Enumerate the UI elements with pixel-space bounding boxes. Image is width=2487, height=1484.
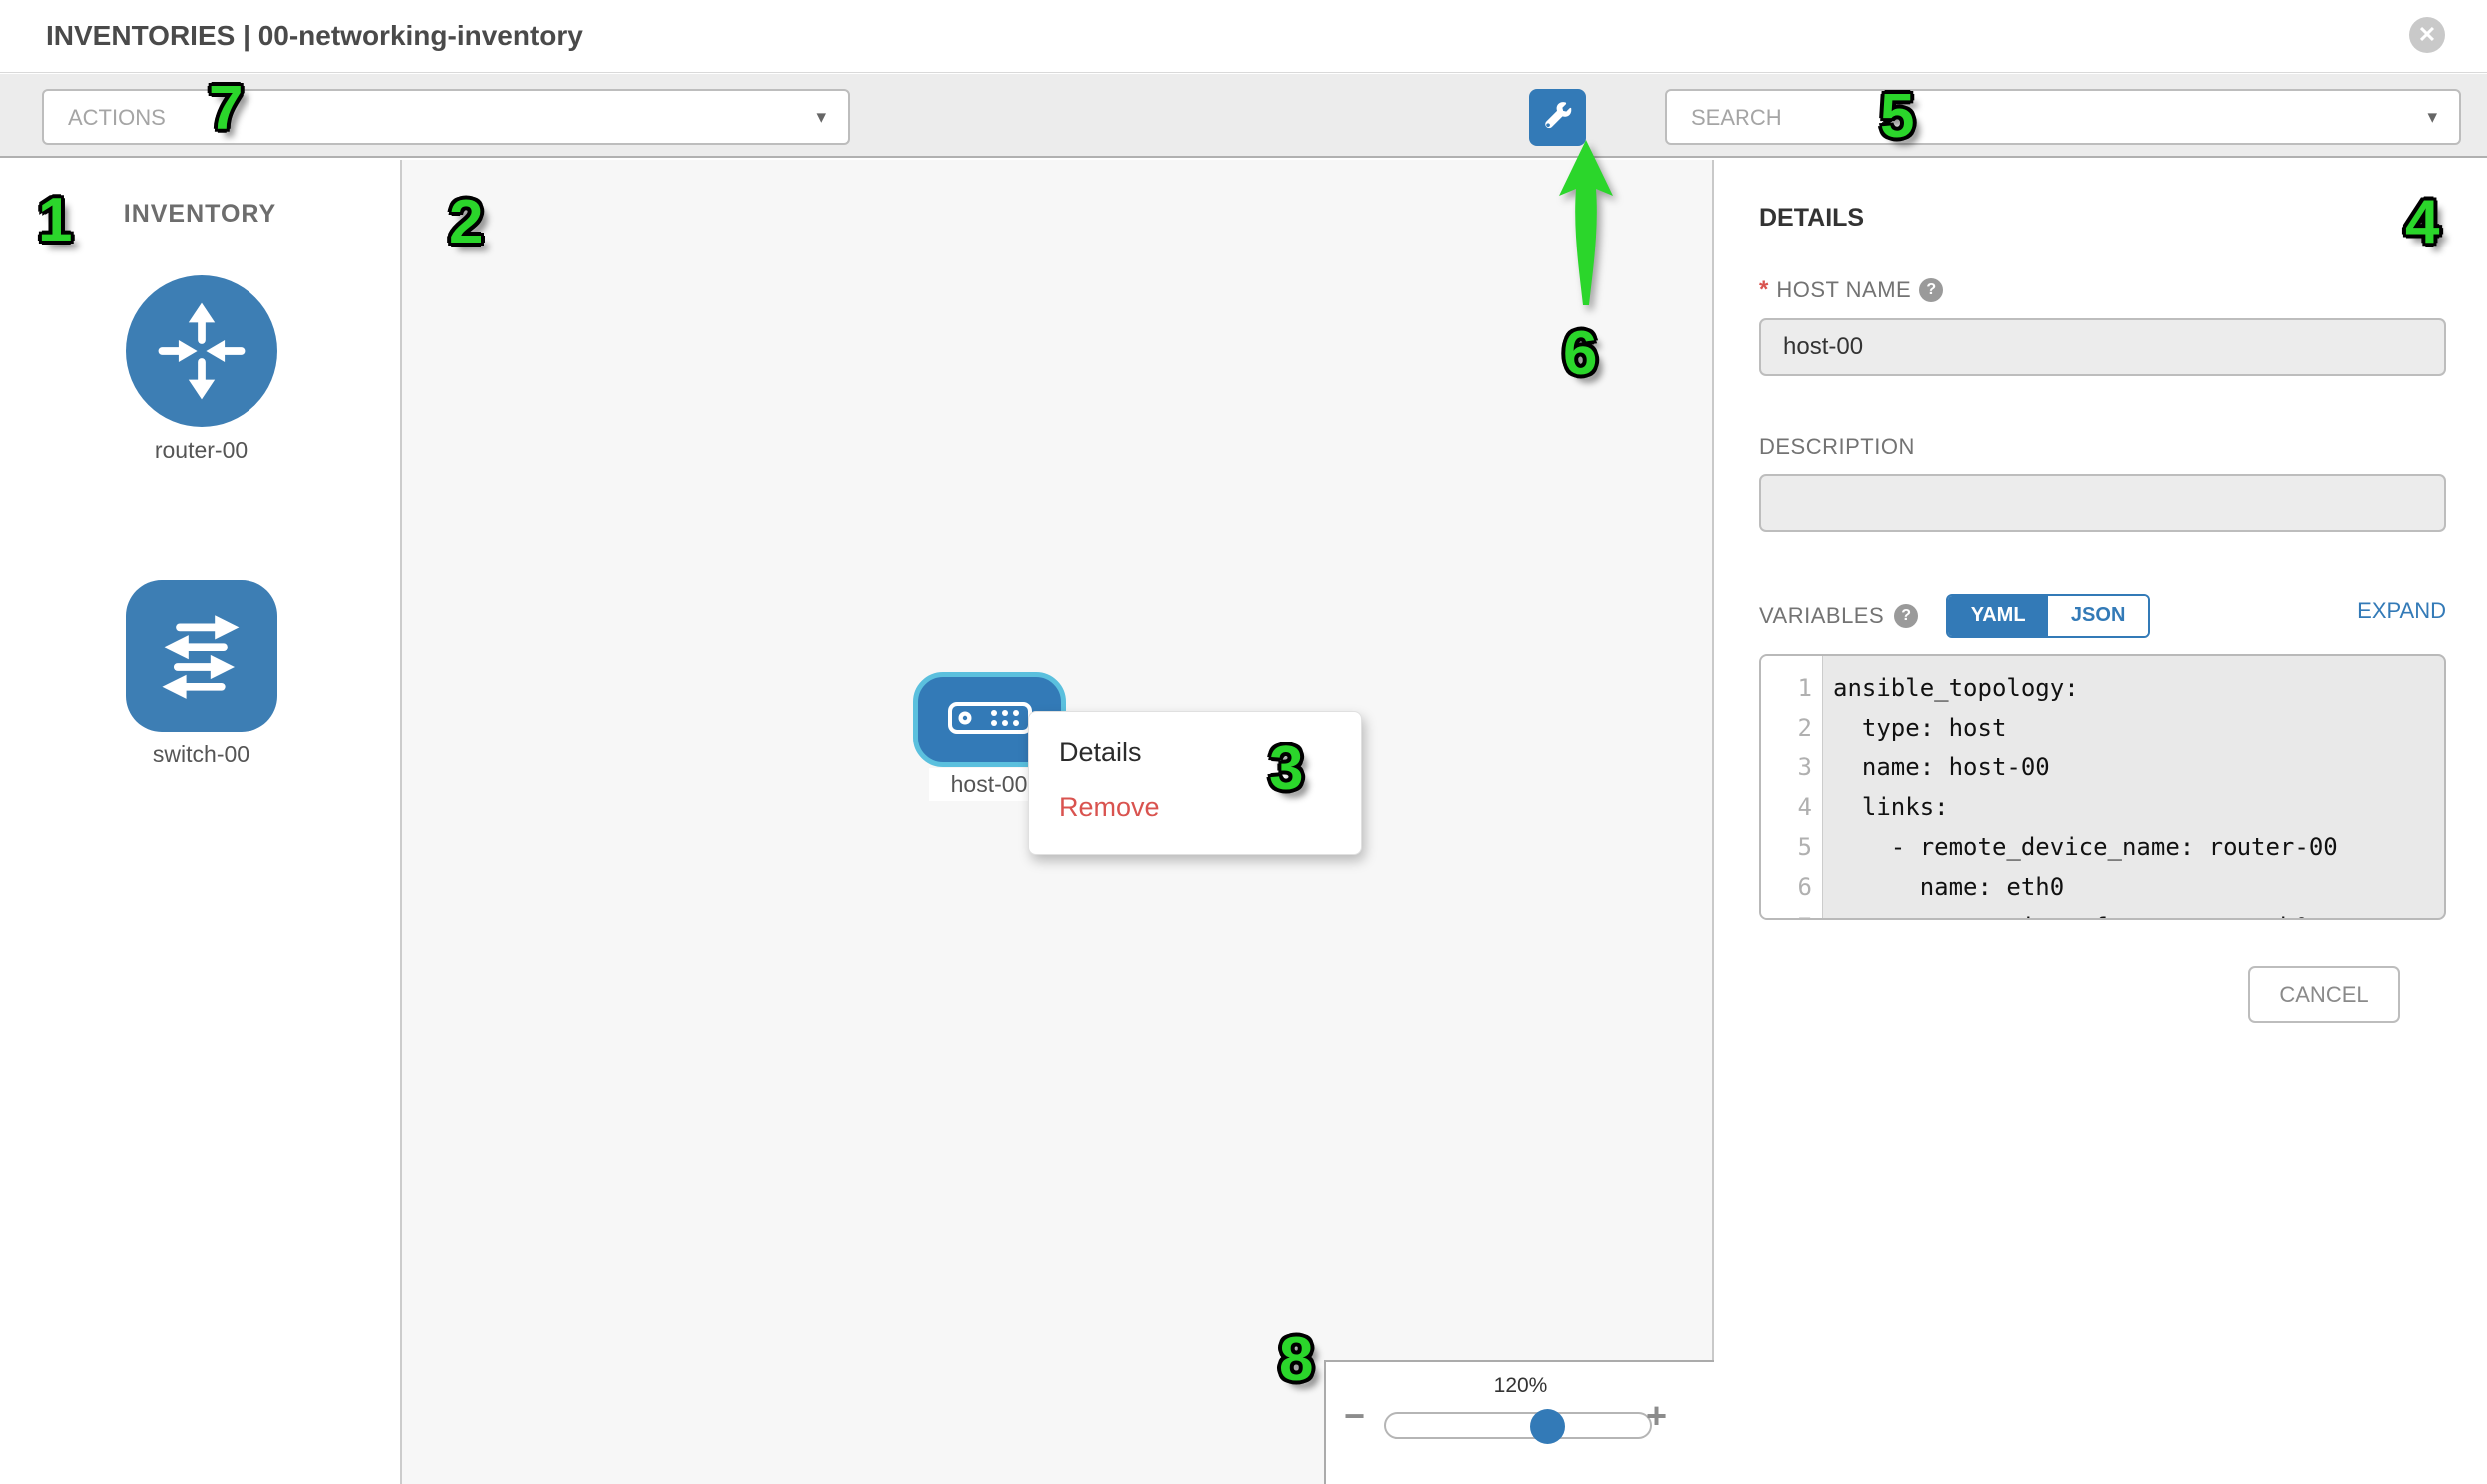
sidebar-heading: INVENTORY: [0, 200, 400, 229]
help-icon[interactable]: ?: [1919, 278, 1943, 302]
code-content: ansible_topology: type: host name: host-…: [1823, 656, 2444, 918]
required-marker: *: [1759, 276, 1768, 304]
search-dropdown[interactable]: SEARCH ▾: [1665, 89, 2461, 145]
code-line-numbers: 1 2 3 4 5 6 7: [1761, 656, 1823, 918]
details-panel-title: DETAILS: [1759, 204, 2446, 233]
variables-label: VARIABLES: [1759, 603, 1884, 629]
yaml-toggle-button[interactable]: YAML: [1948, 596, 2048, 636]
code-line: name: eth0: [1833, 867, 2444, 907]
search-dropdown-label: SEARCH: [1691, 105, 1782, 131]
code-line: remote_interface_name: eth0: [1833, 907, 2444, 920]
chevron-down-icon: ▾: [816, 106, 826, 129]
variables-format-toggle: YAML JSON: [1946, 594, 2150, 638]
line-number: 7: [1761, 907, 1822, 920]
switch-icon: [126, 580, 277, 732]
header-bar: INVENTORIES | 00-networking-inventory ✕: [0, 0, 2487, 73]
zoom-out-button[interactable]: −: [1344, 1398, 1365, 1434]
details-panel: DETAILS * HOST NAME ? DESCRIPTION VARIAB…: [1714, 160, 2487, 1484]
host-name-field[interactable]: [1759, 318, 2446, 376]
close-icon[interactable]: ✕: [2409, 17, 2445, 53]
chevron-down-icon: ▾: [2427, 106, 2437, 129]
actions-dropdown-label: ACTIONS: [68, 105, 166, 131]
topology-canvas[interactable]: host-00 Details Remove 120% − +: [402, 160, 1714, 1484]
page-title: INVENTORIES | 00-networking-inventory: [46, 20, 583, 52]
code-line: type: host: [1833, 708, 2444, 747]
context-menu-item-details[interactable]: Details: [1029, 726, 1361, 780]
json-toggle-button[interactable]: JSON: [2048, 596, 2148, 636]
zoom-slider[interactable]: [1384, 1412, 1652, 1439]
palette-item-switch[interactable]: switch-00: [0, 580, 402, 768]
palette-item-label: switch-00: [0, 742, 402, 768]
cancel-button[interactable]: CANCEL: [2248, 966, 2400, 1023]
palette-item-router[interactable]: router-00: [0, 275, 402, 464]
description-field[interactable]: [1759, 474, 2446, 532]
inventories-window: INVENTORIES | 00-networking-inventory ✕ …: [0, 0, 2487, 1484]
line-number: 5: [1761, 827, 1822, 867]
line-number: 3: [1761, 747, 1822, 787]
wrench-icon: [1543, 101, 1573, 134]
description-label: DESCRIPTION: [1759, 434, 1915, 460]
variables-code-editor[interactable]: 1 2 3 4 5 6 7 ansible_topology: type: ho…: [1759, 654, 2446, 920]
help-icon[interactable]: ?: [1894, 604, 1918, 628]
toggle-toolbox-button[interactable]: [1529, 89, 1586, 146]
line-number: 2: [1761, 708, 1822, 747]
toolbar: ACTIONS ▾ SEARCH ▾: [0, 74, 2487, 158]
palette-item-label: router-00: [0, 437, 402, 464]
zoom-slider-thumb[interactable]: [1530, 1409, 1565, 1444]
context-menu-item-remove[interactable]: Remove: [1029, 780, 1361, 835]
host-icon: [948, 702, 1032, 739]
zoom-in-button[interactable]: +: [1646, 1398, 1667, 1434]
zoom-control-panel: 120% − +: [1324, 1360, 1715, 1484]
code-line: ansible_topology:: [1833, 668, 2444, 708]
line-number: 1: [1761, 668, 1822, 708]
inventory-sidebar: INVENTORY router-00: [0, 160, 402, 1484]
code-line: links:: [1833, 787, 2444, 827]
router-icon: [126, 275, 277, 427]
code-line: name: host-00: [1833, 747, 2444, 787]
actions-dropdown[interactable]: ACTIONS ▾: [42, 89, 850, 145]
node-context-menu: Details Remove: [1028, 711, 1362, 855]
expand-link[interactable]: EXPAND: [2357, 598, 2446, 624]
line-number: 4: [1761, 787, 1822, 827]
line-number: 6: [1761, 867, 1822, 907]
host-name-label: HOST NAME: [1776, 277, 1911, 303]
code-line: - remote_device_name: router-00: [1833, 827, 2444, 867]
